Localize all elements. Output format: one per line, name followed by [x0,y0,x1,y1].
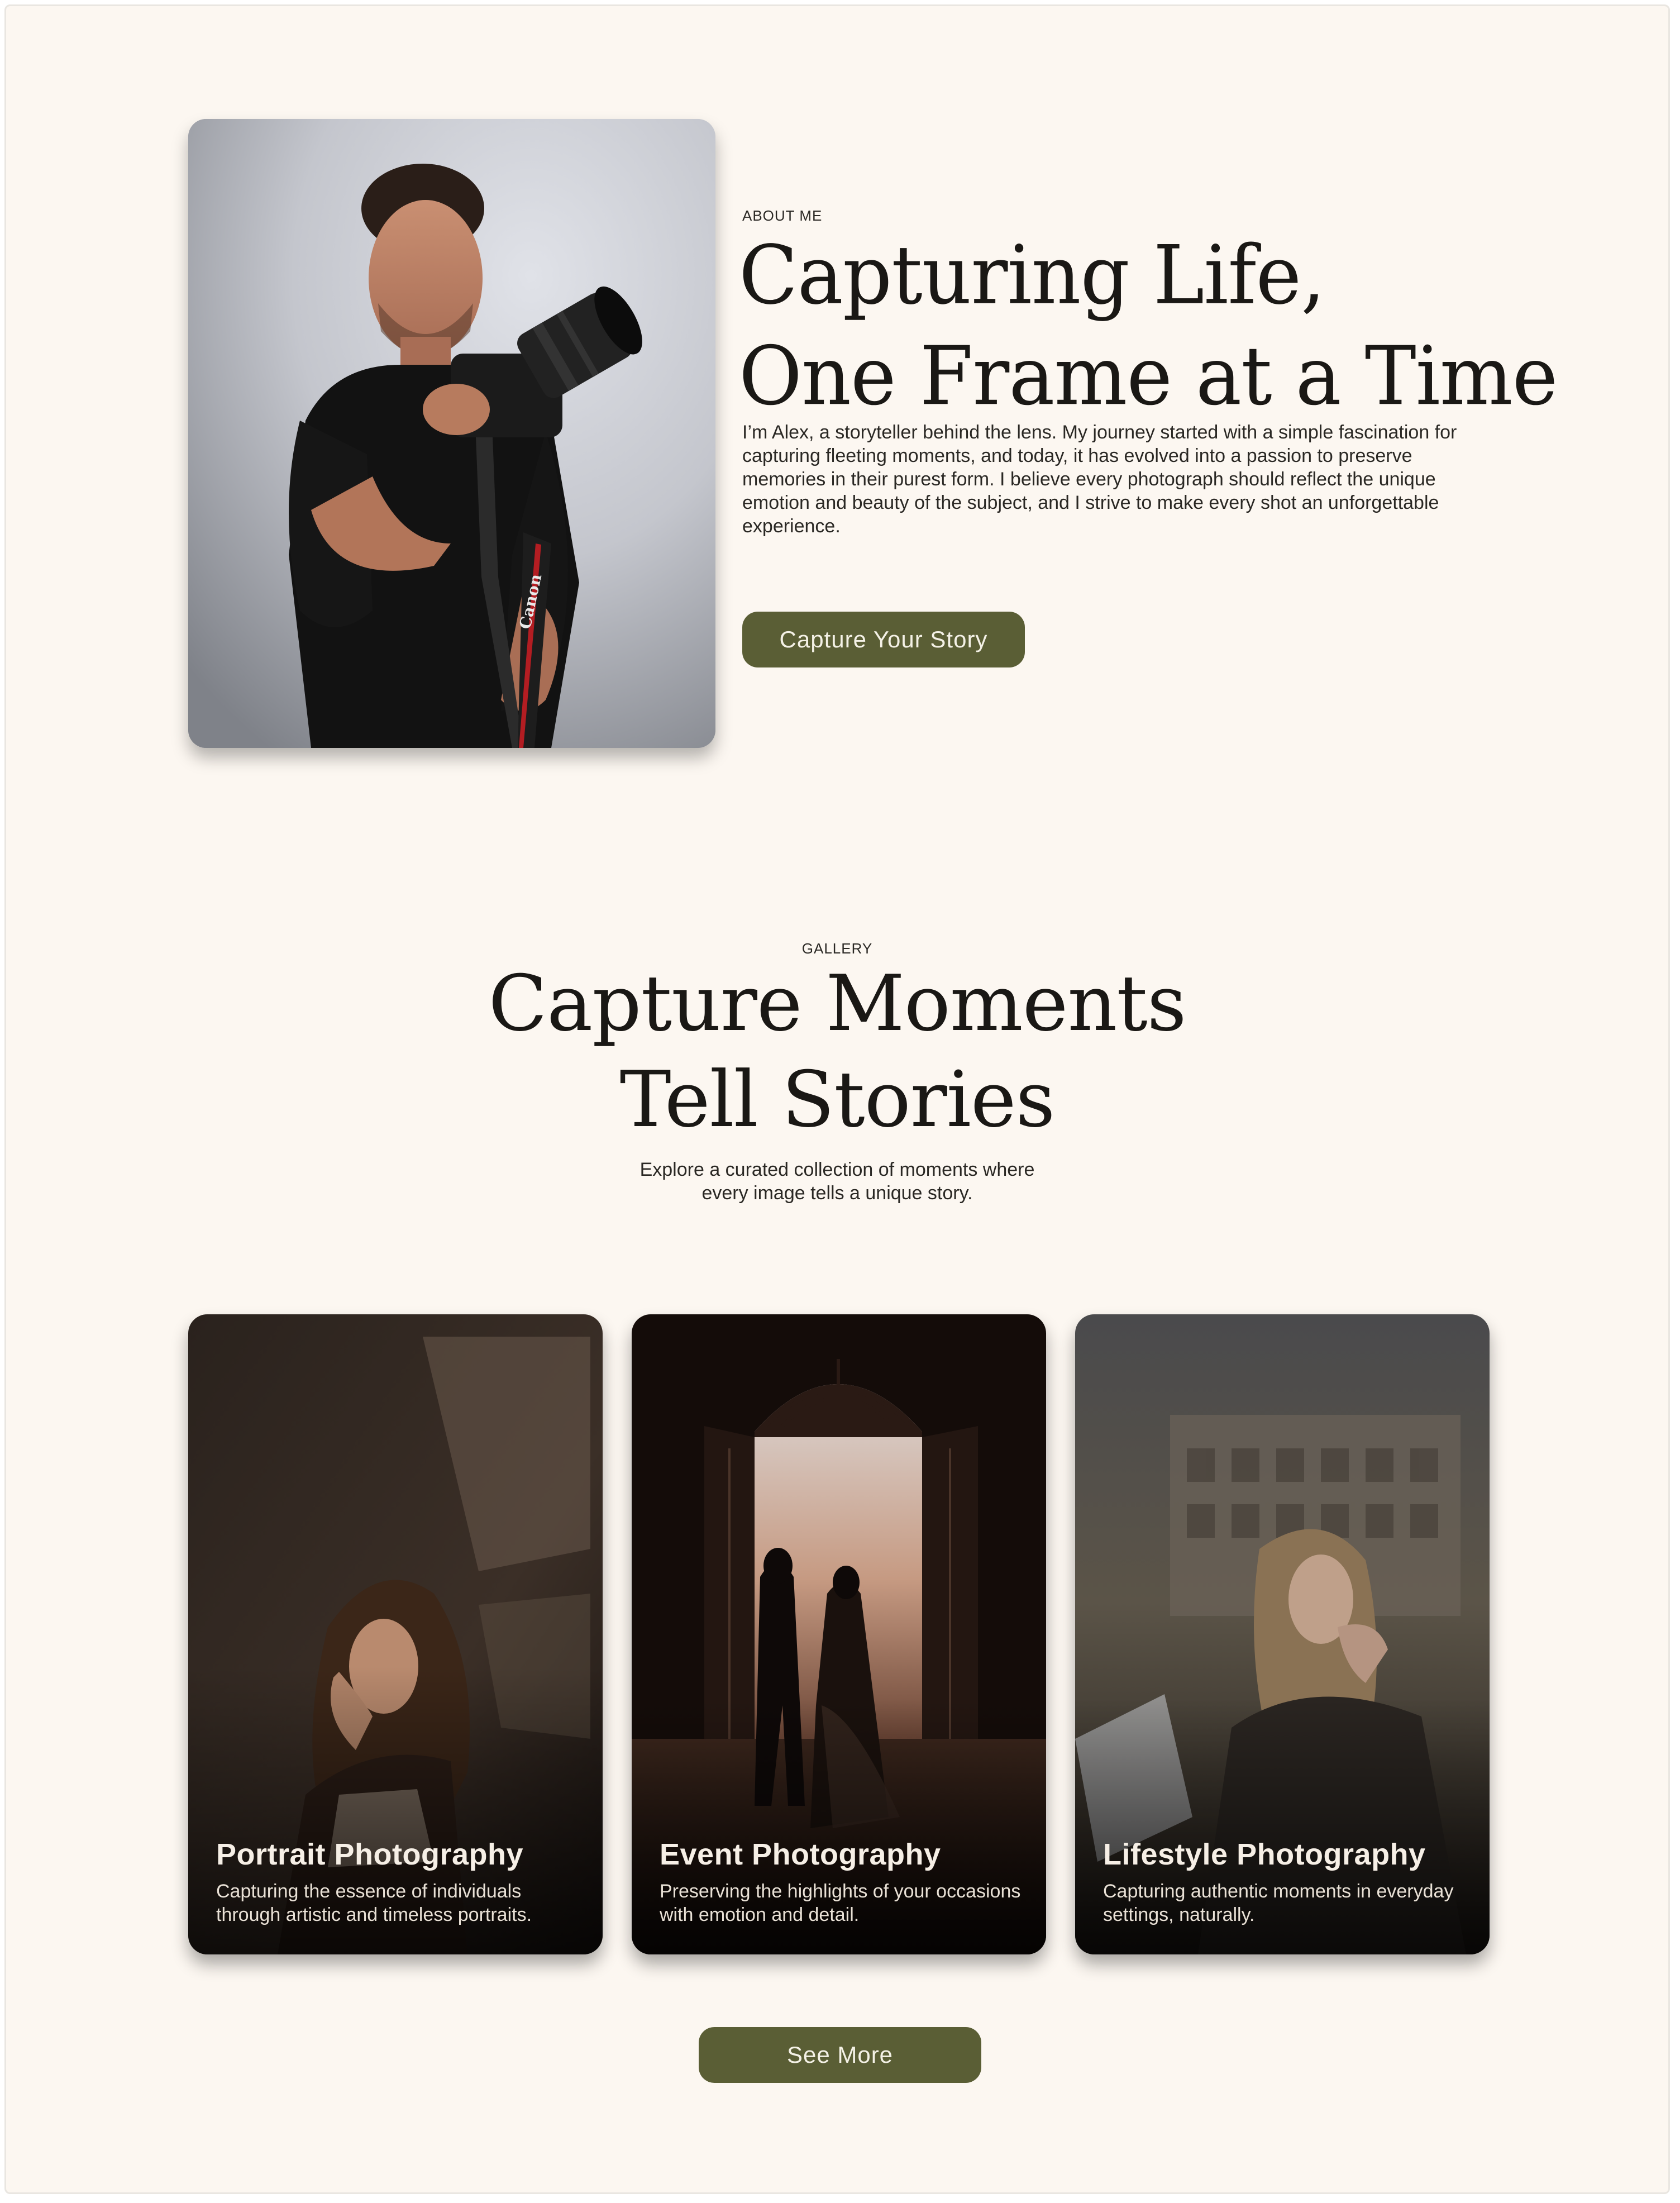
page: Canon ABOUT ME Capturing Life, One Frame… [4,4,1670,2194]
photographer-portrait-image: Canon [188,119,715,748]
gallery-card-event-text: Event Photography Preserving the highlig… [660,1837,1029,1927]
gallery-subtitle-line-1: Explore a curated collection of moments … [639,1159,1035,1180]
gallery-card-title: Portrait Photography [216,1838,524,1871]
gallery-card-lifestyle[interactable]: Lifestyle Photography Capturing authenti… [1075,1314,1490,1954]
about-description: I’m Alex, a storyteller behind the lens.… [742,422,1457,537]
gallery-card-lifestyle-text: Lifestyle Photography Capturing authenti… [1103,1837,1473,1927]
gallery-card-description: Capturing authentic moments in everyday … [1103,1881,1454,1925]
gallery-title-line-1: Capture Moments [488,959,1186,1048]
gallery-card-portrait[interactable]: Portrait Photography Capturing the essen… [188,1314,603,1954]
gallery-card-portrait-text: Portrait Photography Capturing the essen… [216,1837,586,1927]
about-eyebrow: ABOUT ME [742,207,823,224]
gallery-card-title: Lifestyle Photography [1103,1838,1426,1871]
gallery-card-event[interactable]: Event Photography Preserving the highlig… [632,1314,1046,1954]
about-title-line-1: Capturing Life, [739,228,1325,323]
see-more-button[interactable]: See More [699,2027,981,2083]
gallery-card-title: Event Photography [660,1838,941,1871]
about-title: Capturing Life, One Frame at a Time [739,225,1558,427]
gallery-card-description: Capturing the essence of individuals thr… [216,1881,532,1925]
gallery-title-line-2: Tell Stories [619,1055,1056,1145]
gallery-subtitle: Explore a curated collection of moments … [6,1158,1668,1205]
gallery-card-description: Preserving the highlights of your occasi… [660,1881,1021,1925]
gallery-eyebrow: GALLERY [801,940,873,957]
gallery-subtitle-line-2: every image tells a unique story. [701,1182,973,1204]
about-title-line-2: One Frame at a Time [739,328,1558,423]
gallery-title: Capture Moments Tell Stories [6,956,1668,1148]
capture-your-story-button[interactable]: Capture Your Story [742,612,1025,667]
